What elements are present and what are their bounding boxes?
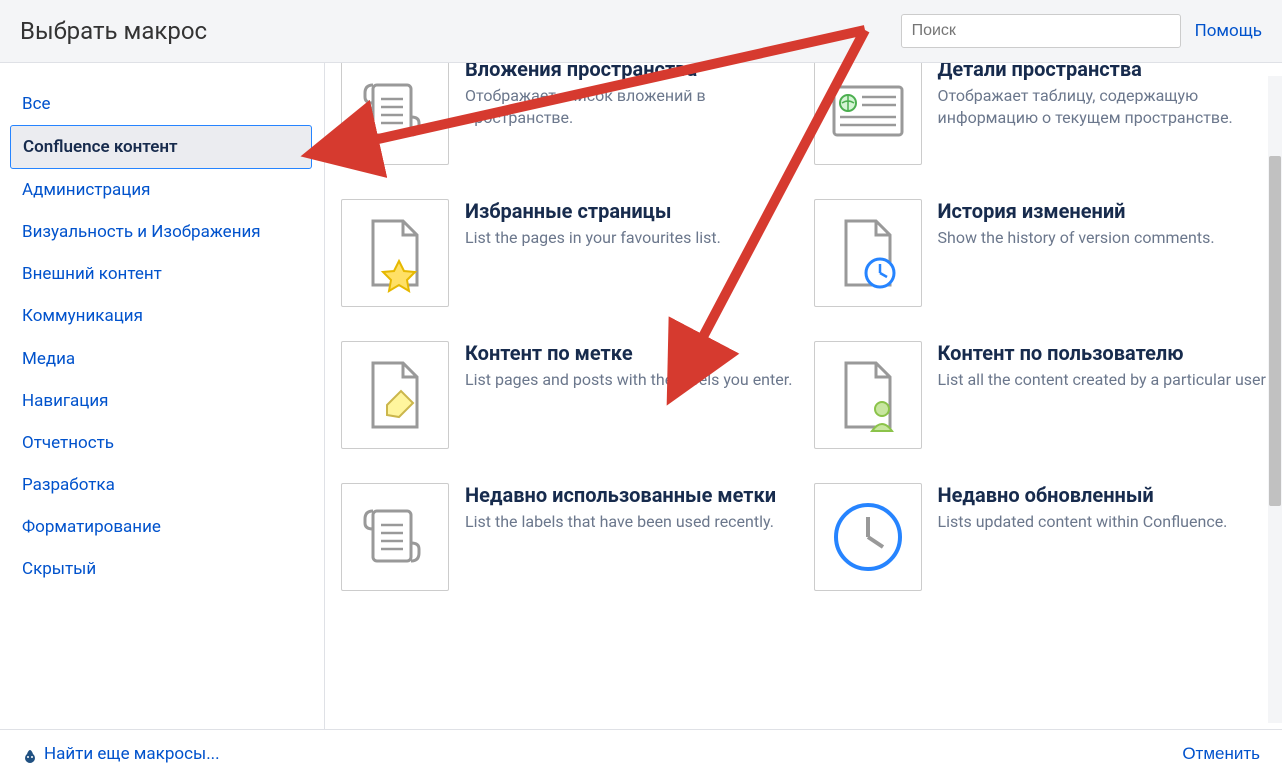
find-more-link[interactable]: Найти еще макросы... bbox=[22, 744, 220, 764]
macro-browser-dialog: Выбрать макрос Помощь Все Confluence кон… bbox=[0, 0, 1282, 778]
search-input[interactable] bbox=[901, 14, 1181, 48]
macro-recently-updated[interactable]: Недавно обновленный Lists updated conten… bbox=[814, 483, 1267, 591]
macro-text: Контент по пользователю List all the con… bbox=[938, 341, 1267, 449]
macro-desc: List the labels that have been used rece… bbox=[465, 511, 794, 533]
sidebar-item-confluence-content[interactable]: Confluence контент bbox=[10, 125, 312, 169]
dialog-footer: Найти еще макросы... Отменить bbox=[0, 729, 1282, 778]
macro-content-by-user[interactable]: Контент по пользователю List all the con… bbox=[814, 341, 1267, 449]
macro-desc: Show the history of version comments. bbox=[938, 227, 1267, 249]
macro-text: Избранные страницы List the pages in you… bbox=[465, 199, 794, 307]
header-right: Помощь bbox=[901, 14, 1262, 48]
macro-title: Недавно обновленный bbox=[938, 483, 1267, 507]
sidebar-item-admin[interactable]: Администрация bbox=[0, 169, 324, 211]
macro-title: История изменений bbox=[938, 199, 1267, 223]
macro-desc: List the pages in your favourites list. bbox=[465, 227, 794, 249]
globe-list-icon bbox=[814, 63, 922, 165]
scroll-icon bbox=[341, 483, 449, 591]
macro-text: Контент по метке List pages and posts wi… bbox=[465, 341, 794, 449]
find-more-label: Найти еще макросы... bbox=[44, 744, 220, 764]
macro-desc: Отображает список вложений в пространств… bbox=[465, 85, 794, 128]
scrollbar[interactable] bbox=[1268, 76, 1282, 723]
sidebar-item-all[interactable]: Все bbox=[0, 83, 324, 125]
macro-title: Недавно использованные метки bbox=[465, 483, 794, 507]
sidebar-item-external[interactable]: Внешний контент bbox=[0, 253, 324, 295]
sidebar-item-reporting[interactable]: Отчетность bbox=[0, 422, 324, 464]
dialog-title: Выбрать макрос bbox=[20, 17, 207, 45]
macro-desc: Отображает таблицу, содержащую информаци… bbox=[938, 85, 1267, 128]
page-star-icon bbox=[341, 199, 449, 307]
content-pane: Вложения пространства Отображает список … bbox=[325, 63, 1282, 729]
macro-change-history[interactable]: История изменений Show the history of ve… bbox=[814, 199, 1267, 307]
page-user-icon bbox=[814, 341, 922, 449]
macro-title: Контент по пользователю bbox=[938, 341, 1267, 365]
page-tag-icon bbox=[341, 341, 449, 449]
macro-text: Недавно обновленный Lists updated conten… bbox=[938, 483, 1267, 591]
help-link[interactable]: Помощь bbox=[1195, 21, 1262, 41]
macro-text: Детали пространства Отображает таблицу, … bbox=[938, 63, 1267, 165]
macro-text: История изменений Show the history of ve… bbox=[938, 199, 1267, 307]
sidebar-item-communication[interactable]: Коммуникация bbox=[0, 295, 324, 337]
macro-desc: Lists updated content within Confluence. bbox=[938, 511, 1267, 533]
macro-title: Контент по метке bbox=[465, 341, 794, 365]
sidebar: Все Confluence контент Администрация Виз… bbox=[0, 63, 325, 729]
macro-title: Детали пространства bbox=[938, 63, 1267, 81]
macro-grid: Вложения пространства Отображает список … bbox=[341, 63, 1266, 591]
scrollbar-thumb[interactable] bbox=[1269, 156, 1281, 506]
macro-text: Недавно использованные метки List the la… bbox=[465, 483, 794, 591]
dialog-body: Все Confluence контент Администрация Виз… bbox=[0, 63, 1282, 729]
macro-title: Вложения пространства bbox=[465, 63, 794, 81]
sidebar-item-navigation[interactable]: Навигация bbox=[0, 380, 324, 422]
macro-space-details[interactable]: Детали пространства Отображает таблицу, … bbox=[814, 63, 1267, 165]
macro-title: Избранные страницы bbox=[465, 199, 794, 223]
sidebar-item-formatting[interactable]: Форматирование bbox=[0, 506, 324, 548]
macro-desc: List all the content created by a partic… bbox=[938, 369, 1267, 391]
cancel-button[interactable]: Отменить bbox=[1182, 744, 1260, 764]
macro-favourite-pages[interactable]: Избранные страницы List the pages in you… bbox=[341, 199, 794, 307]
clock-icon bbox=[814, 483, 922, 591]
sidebar-item-hidden[interactable]: Скрытый bbox=[0, 548, 324, 590]
scroll-icon bbox=[341, 63, 449, 165]
macro-recently-used-labels[interactable]: Недавно использованные метки List the la… bbox=[341, 483, 794, 591]
marketplace-icon bbox=[22, 744, 38, 764]
macro-text: Вложения пространства Отображает список … bbox=[465, 63, 794, 165]
sidebar-item-visuals[interactable]: Визуальность и Изображения bbox=[0, 211, 324, 253]
macro-desc: List pages and posts with the labels you… bbox=[465, 369, 794, 391]
macro-content-by-label[interactable]: Контент по метке List pages and posts wi… bbox=[341, 341, 794, 449]
dialog-header: Выбрать макрос Помощь bbox=[0, 0, 1282, 63]
macro-space-attachments[interactable]: Вложения пространства Отображает список … bbox=[341, 63, 794, 165]
sidebar-item-media[interactable]: Медиа bbox=[0, 338, 324, 380]
sidebar-item-development[interactable]: Разработка bbox=[0, 464, 324, 506]
page-clock-icon bbox=[814, 199, 922, 307]
sidebar-list: Все Confluence контент Администрация Виз… bbox=[0, 83, 324, 729]
